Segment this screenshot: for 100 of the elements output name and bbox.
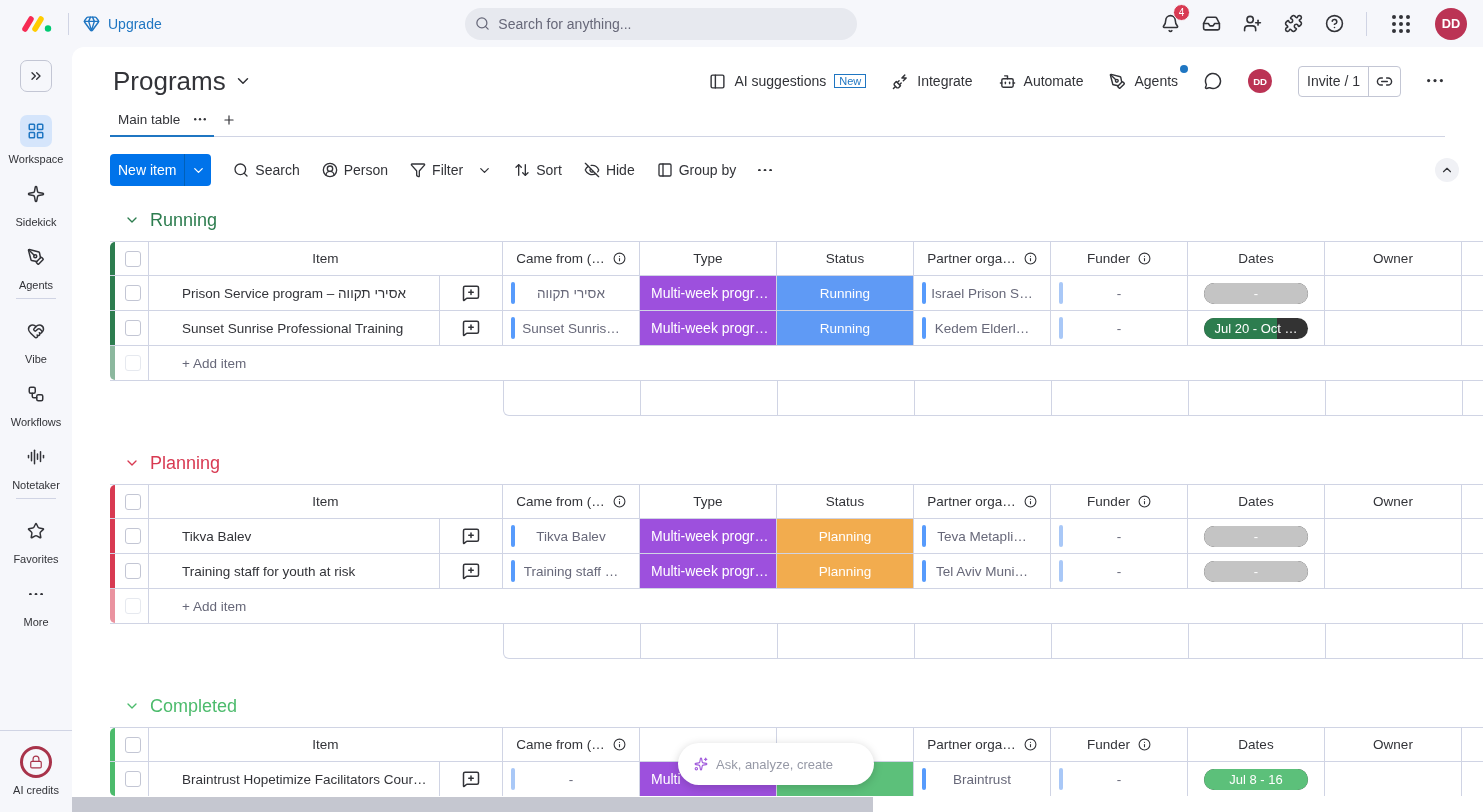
column-header: Owner xyxy=(1325,242,1462,275)
toolbar-button[interactable]: Group by xyxy=(656,162,737,178)
board-action[interactable]: Automate xyxy=(998,72,1084,90)
info-icon[interactable] xyxy=(1137,495,1151,508)
column-header: Type xyxy=(640,485,777,518)
bell-icon[interactable] xyxy=(1161,14,1180,33)
robot-icon xyxy=(998,72,1016,90)
more-icon[interactable] xyxy=(29,592,43,596)
column-header: Came from (… xyxy=(503,485,640,518)
type-label: Multi-week progr… xyxy=(640,276,777,310)
column-header: Partner orga… xyxy=(914,485,1051,518)
table-cell: - xyxy=(1051,554,1188,588)
table-cell: - xyxy=(1051,311,1188,345)
puzzle-icon[interactable] xyxy=(1284,14,1303,33)
date-range-pill: Jul 8 - 16 xyxy=(1204,768,1308,790)
sidebar-label[interactable]: More xyxy=(23,616,49,628)
table-cell: Braintrust xyxy=(914,762,1051,796)
help-icon[interactable] xyxy=(1325,14,1344,33)
user-avatar[interactable]: DD xyxy=(1248,69,1273,93)
group-title[interactable]: Planning xyxy=(150,452,221,474)
checkbox[interactable] xyxy=(125,285,141,301)
upgrade-link[interactable]: Upgrade xyxy=(83,15,162,32)
board-action[interactable]: AI suggestions New xyxy=(709,72,867,90)
item-name[interactable]: Braintrust Hopetimize Facilitators Cour… xyxy=(149,762,440,796)
info-icon[interactable] xyxy=(1023,252,1037,265)
more-icon[interactable] xyxy=(758,168,773,172)
sparkle-icon xyxy=(27,185,45,203)
info-icon[interactable] xyxy=(612,738,626,751)
add-update-icon[interactable] xyxy=(462,527,480,545)
table-cell: - xyxy=(1051,276,1188,310)
info-icon[interactable] xyxy=(612,495,626,508)
add-update-icon[interactable] xyxy=(462,770,480,788)
item-name[interactable]: Tikva Balev xyxy=(149,519,440,553)
inbox-icon[interactable] xyxy=(1202,14,1221,33)
expand-button[interactable] xyxy=(20,60,52,92)
add-item-link[interactable]: + Add item xyxy=(149,346,247,380)
column-header: Partner orga… xyxy=(914,728,1051,761)
sidebar-label[interactable]: Workflows xyxy=(10,416,62,428)
toolbar-button[interactable]: Filter xyxy=(410,162,493,178)
board-title[interactable]: Programs xyxy=(113,65,226,97)
comment-icon[interactable] xyxy=(1204,72,1223,90)
person-icon xyxy=(321,162,338,178)
column-header: Owner xyxy=(1325,728,1462,761)
toolbar-button[interactable]: Hide xyxy=(583,162,635,178)
checkbox[interactable] xyxy=(125,528,141,544)
toolbar-button[interactable]: Search xyxy=(233,162,300,178)
collapse-button[interactable] xyxy=(1435,158,1459,182)
checkbox[interactable] xyxy=(125,771,141,787)
info-icon[interactable] xyxy=(1137,738,1151,751)
sidebar-label[interactable]: Workspace xyxy=(8,153,64,165)
search-icon xyxy=(233,162,250,178)
sidebar-label[interactable]: Vibe xyxy=(25,353,47,365)
item-name[interactable]: Prison Service program – אסירי תקווה xyxy=(149,276,440,310)
logo-icon[interactable] xyxy=(22,14,54,33)
add-update-icon[interactable] xyxy=(462,284,480,302)
add-update-icon[interactable] xyxy=(462,319,480,337)
sidebar-label[interactable]: Agents xyxy=(18,279,54,291)
board-action[interactable]: Agents xyxy=(1109,72,1179,90)
lock-icon xyxy=(29,755,43,769)
type-label: Multi-week progr… xyxy=(640,519,777,553)
info-icon[interactable] xyxy=(1023,495,1037,508)
scrollbar[interactable] xyxy=(72,797,873,812)
checkbox[interactable] xyxy=(125,493,141,510)
add-update-icon[interactable] xyxy=(462,562,480,580)
checkbox[interactable] xyxy=(125,563,141,579)
add-item-link[interactable]: + Add item xyxy=(149,589,247,623)
view-tab[interactable]: Main table xyxy=(110,104,215,137)
checkbox[interactable] xyxy=(125,320,141,336)
ai-credits-button[interactable] xyxy=(20,746,52,778)
toolbar-button[interactable]: Person xyxy=(321,162,389,178)
column-header: Status xyxy=(777,485,914,518)
info-icon[interactable] xyxy=(1137,252,1151,265)
search-field[interactable]: Search for anything... xyxy=(465,7,858,40)
sidebar-label[interactable]: Sidekick xyxy=(15,216,57,228)
item-name[interactable]: Sunset Sunrise Professional Training xyxy=(149,311,440,345)
table-cell: Teva Metapli… xyxy=(914,519,1051,553)
board-action[interactable]: Integrate xyxy=(892,72,973,90)
table-cell: Kedem Elderl… xyxy=(914,311,1051,345)
more-icon[interactable] xyxy=(1427,79,1443,83)
status-label: Planning xyxy=(777,554,914,588)
search-icon xyxy=(475,16,491,31)
checkbox[interactable] xyxy=(125,250,141,267)
sidebar-label[interactable]: AI credits xyxy=(13,784,59,796)
column-header: Came from (… xyxy=(503,242,640,275)
info-icon[interactable] xyxy=(612,252,626,265)
sparkle-icon xyxy=(694,757,708,771)
item-name[interactable]: Training staff for youth at risk xyxy=(149,554,440,588)
date-range-pill: - xyxy=(1204,282,1308,304)
checkbox[interactable] xyxy=(125,736,141,753)
invite-icon[interactable] xyxy=(1243,14,1262,33)
more-icon[interactable] xyxy=(194,118,207,121)
toolbar-button[interactable]: Sort xyxy=(514,162,562,178)
add-view-icon[interactable] xyxy=(222,113,237,127)
date-range-pill: Jul 20 - Oct … xyxy=(1204,317,1308,339)
user-avatar[interactable]: DD xyxy=(1435,7,1467,40)
sidebar-label[interactable]: Notetaker xyxy=(12,479,60,491)
sidebar-label[interactable]: Favorites xyxy=(13,553,59,565)
group-title[interactable]: Running xyxy=(150,209,218,231)
pen-icon xyxy=(1109,72,1127,90)
info-icon[interactable] xyxy=(1023,738,1037,751)
